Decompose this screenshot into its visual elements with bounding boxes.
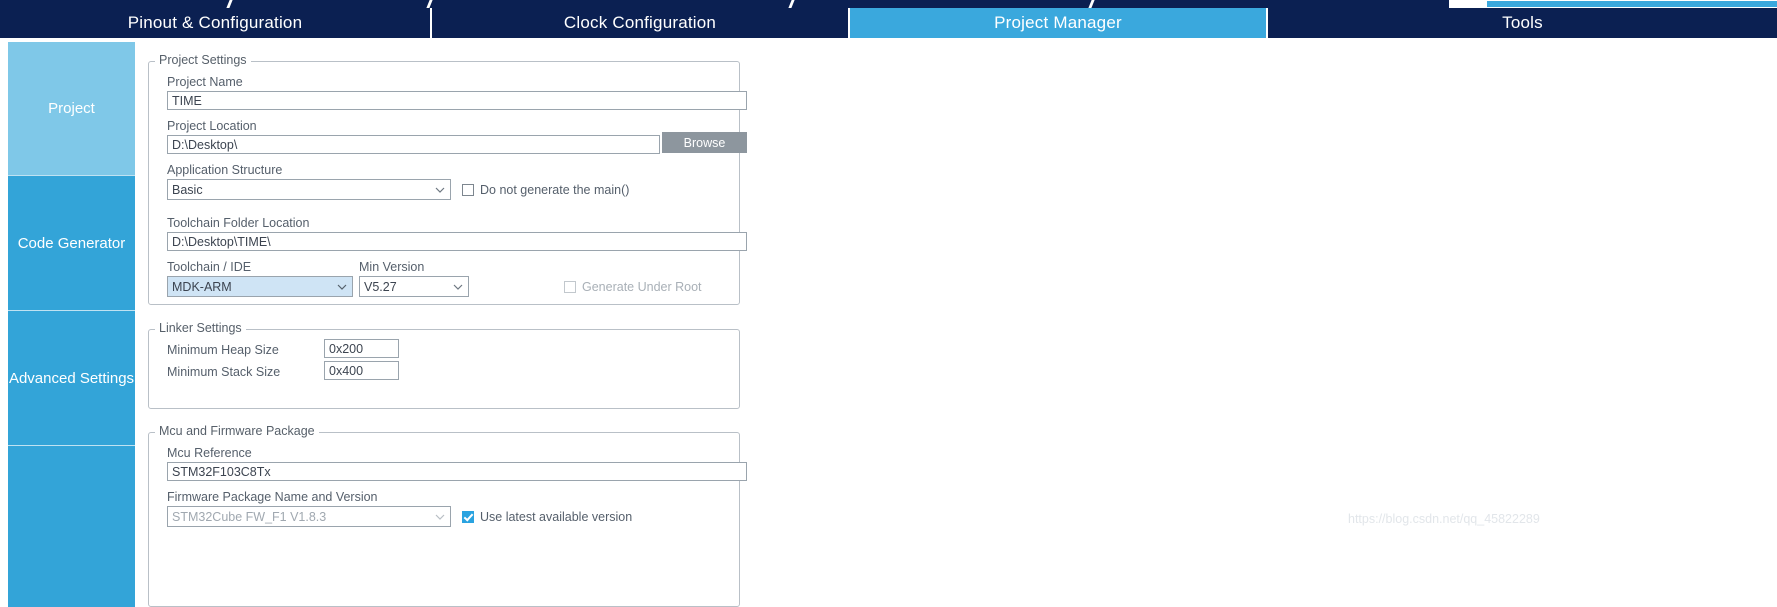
firmware-package-select[interactable]: STM32Cube FW_F1 V1.8.3: [167, 506, 451, 527]
group-linker-settings: Linker Settings Minimum Heap Size 0x200 …: [148, 321, 740, 409]
project-location-input[interactable]: D:\Desktop\: [167, 135, 660, 154]
group-project-settings: Project Settings Project Name TIME Proje…: [148, 53, 747, 305]
minimum-heap-size-input[interactable]: 0x200: [324, 339, 399, 358]
firmware-package-value: STM32Cube FW_F1 V1.8.3: [172, 509, 327, 524]
tab-label: Project Manager: [994, 13, 1122, 32]
use-latest-version-checkbox[interactable]: Use latest available version: [462, 510, 632, 524]
sidebar-item-project[interactable]: Project: [8, 42, 135, 176]
toolchain-ide-label: Toolchain / IDE: [167, 260, 252, 274]
tab-label: Tools: [1502, 13, 1543, 32]
toolchain-ide-value: MDK-ARM: [172, 279, 232, 294]
tab-clock-configuration[interactable]: Clock Configuration: [432, 8, 850, 38]
chevron-down-icon: [337, 282, 347, 291]
minimum-stack-size-input[interactable]: 0x400: [324, 361, 399, 380]
application-structure-value: Basic: [172, 182, 203, 197]
group-mcu-and-firmware-package: Mcu and Firmware Package Mcu Reference S…: [148, 424, 747, 607]
mcu-reference-input[interactable]: STM32F103C8Tx: [167, 462, 747, 481]
generate-under-root-checkbox[interactable]: Generate Under Root: [564, 280, 702, 294]
checkbox-box-icon: [564, 281, 576, 293]
toolchain-folder-input[interactable]: D:\Desktop\TIME\: [167, 232, 747, 251]
tab-tools[interactable]: Tools: [1268, 8, 1777, 38]
main-tabbar: Pinout & Configuration Clock Configurati…: [0, 8, 1777, 38]
title-right-accent: [1449, 0, 1777, 8]
do-not-generate-main-checkbox[interactable]: Do not generate the main(): [462, 183, 629, 197]
do-not-generate-main-label: Do not generate the main(): [480, 183, 630, 197]
chevron-down-icon: [453, 282, 463, 291]
sidebar-item-advanced-settings[interactable]: Advanced Settings: [8, 311, 135, 446]
application-structure-label: Application Structure: [167, 163, 283, 177]
minimum-heap-size-label: Minimum Heap Size: [167, 343, 279, 357]
project-manager-sidebar: Project Code Generator Advanced Settings: [8, 42, 135, 607]
toolchain-ide-select[interactable]: MDK-ARM: [167, 276, 353, 297]
use-latest-version-label: Use latest available version: [480, 510, 633, 524]
checkbox-checked-icon: [462, 511, 474, 523]
firmware-package-label: Firmware Package Name and Version: [167, 490, 378, 504]
watermark-text: https://blog.csdn.net/qq_45822289: [1348, 512, 1540, 526]
tab-label: Clock Configuration: [563, 13, 717, 32]
tab-project-manager[interactable]: Project Manager: [850, 8, 1268, 38]
sidebar-item-empty[interactable]: [8, 446, 135, 606]
sidebar-item-label: Project: [48, 100, 95, 117]
checkbox-box-icon: [462, 184, 474, 196]
sidebar-item-label: Advanced Settings: [8, 369, 135, 387]
project-name-label: Project Name: [167, 75, 243, 89]
min-version-select[interactable]: V5.27: [359, 276, 469, 297]
tab-pinout-configuration[interactable]: Pinout & Configuration: [0, 8, 432, 38]
sidebar-item-code-generator[interactable]: Code Generator: [8, 176, 135, 311]
minimum-stack-size-label: Minimum Stack Size: [167, 365, 281, 379]
project-name-input[interactable]: TIME: [167, 91, 747, 110]
browse-button[interactable]: Browse: [662, 132, 747, 153]
chevron-down-icon: [435, 512, 445, 521]
group-title: Project Settings: [155, 53, 251, 67]
title-accent-strip: [0, 0, 1777, 8]
tab-label: Pinout & Configuration: [127, 13, 303, 32]
mcu-reference-label: Mcu Reference: [167, 446, 252, 460]
min-version-label: Min Version: [359, 260, 425, 274]
application-structure-select[interactable]: Basic: [167, 179, 451, 200]
stm32cubemx-project-manager-window: Pinout & Configuration Clock Configurati…: [0, 0, 1777, 607]
min-version-value: V5.27: [364, 279, 397, 294]
sidebar-item-label: Code Generator: [17, 234, 126, 252]
group-title: Mcu and Firmware Package: [155, 424, 319, 438]
chevron-down-icon: [435, 185, 445, 194]
project-location-label: Project Location: [167, 119, 257, 133]
generate-under-root-label: Generate Under Root: [582, 280, 702, 294]
group-title: Linker Settings: [155, 321, 246, 335]
toolchain-folder-label: Toolchain Folder Location: [167, 216, 310, 230]
